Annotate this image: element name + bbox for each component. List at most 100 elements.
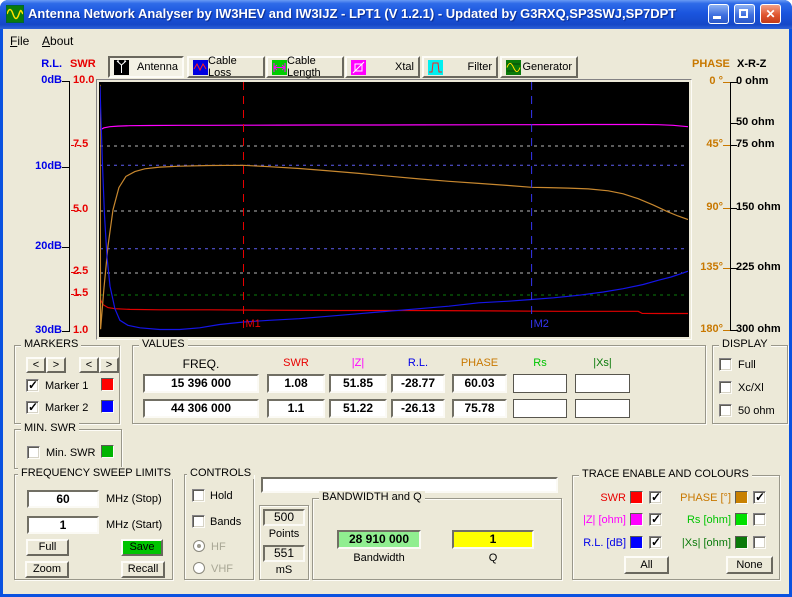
- marker1-phase-value: 60.03: [452, 374, 507, 393]
- trace-z-swatch[interactable]: [630, 513, 643, 526]
- display-group-title: DISPLAY: [719, 338, 771, 350]
- hold-checkbox[interactable]: [192, 489, 205, 502]
- tab-xtal[interactable]: Xtal: [345, 56, 420, 78]
- points-field[interactable]: 500: [263, 509, 305, 526]
- save-button[interactable]: Save: [121, 539, 163, 556]
- phase-axis-title: PHASE: [692, 58, 732, 71]
- marker1-rl-value: -28.77: [391, 374, 445, 393]
- phase-tick-label: 45°: [685, 138, 723, 151]
- full-sweep-button[interactable]: Full: [26, 539, 69, 556]
- marker2-prev-button[interactable]: <: [79, 357, 99, 373]
- axis-tick-dash: [731, 330, 737, 331]
- axis-tick-dash: [723, 145, 730, 146]
- tab-cable-loss[interactable]: Cable Loss: [187, 56, 265, 78]
- menu-item-about[interactable]: About: [40, 33, 75, 49]
- trace-rl-label: R.L. [dB]: [566, 537, 626, 549]
- trace-xs-swatch[interactable]: [735, 536, 748, 549]
- min-swr-checkbox[interactable]: [27, 446, 40, 459]
- recall-button[interactable]: Recall: [121, 561, 165, 578]
- marker1-prev-button[interactable]: <: [26, 357, 46, 373]
- svg-text:M2: M2: [534, 318, 549, 330]
- minimize-button[interactable]: [708, 4, 729, 24]
- marker2-color-swatch[interactable]: [101, 400, 114, 413]
- display-full-checkbox[interactable]: [719, 358, 732, 371]
- trace-xs-label: |Xs| [ohm]: [654, 537, 731, 549]
- tab-cable-length-label: Cable Length: [287, 55, 338, 79]
- swr-tick-label: 1.0: [73, 324, 103, 337]
- hf-label: HF: [211, 541, 226, 553]
- trace-rs-swatch[interactable]: [735, 513, 748, 526]
- tab-antenna[interactable]: Antenna: [108, 56, 184, 78]
- axis-tick-dash: [62, 331, 69, 332]
- marker2-phase-value: 75.78: [452, 399, 507, 418]
- tab-cable-loss-label: Cable Loss: [208, 55, 259, 79]
- xtal-icon: [351, 60, 366, 75]
- window-title: Antenna Network Analyser by IW3HEV and I…: [28, 6, 676, 21]
- trace-rl-swatch[interactable]: [630, 536, 643, 549]
- tab-cable-length[interactable]: Cable Length: [266, 56, 344, 78]
- markers-group-title: MARKERS: [21, 338, 81, 350]
- trace-all-button[interactable]: All: [624, 556, 669, 574]
- trace-rs-checkbox[interactable]: [753, 513, 766, 526]
- marker1-checkbox[interactable]: [26, 379, 39, 392]
- axis-tick-dash: [62, 167, 69, 168]
- marker2-next-button[interactable]: >: [99, 357, 119, 373]
- bandwidth-group-title: BANDWIDTH and Q: [319, 491, 425, 503]
- maximize-button[interactable]: [734, 4, 755, 24]
- marker2-rl-value: -26.13: [391, 399, 445, 418]
- close-button[interactable]: ✕: [760, 4, 781, 24]
- trace-phase-swatch[interactable]: [735, 491, 748, 504]
- sweep-time-field: 551: [263, 545, 305, 562]
- axis-tick-dash: [62, 81, 69, 82]
- trace-phase-label: PHASE [°]: [654, 492, 731, 504]
- phase-tick-label: 135°: [685, 261, 723, 274]
- display-50ohm-checkbox[interactable]: [719, 404, 732, 417]
- trace-xs-checkbox[interactable]: [753, 536, 766, 549]
- stop-frequency-field[interactable]: 60: [27, 490, 99, 508]
- marker1-color-swatch[interactable]: [101, 378, 114, 391]
- trace-swr-swatch[interactable]: [630, 491, 643, 504]
- display-xcxl-checkbox[interactable]: [719, 381, 732, 394]
- axis-tick-dash: [62, 247, 69, 248]
- controls-group-title: CONTROLS: [187, 467, 254, 479]
- axis-tick-dash: [731, 123, 737, 124]
- vhf-label: VHF: [211, 563, 233, 575]
- title-bar[interactable]: Antenna Network Analyser by IW3HEV and I…: [0, 0, 792, 29]
- bands-checkbox[interactable]: [192, 515, 205, 528]
- zoom-button[interactable]: Zoom: [25, 561, 69, 578]
- trace-none-button[interactable]: None: [726, 556, 773, 574]
- tab-filter[interactable]: Filter: [422, 56, 498, 78]
- plot-area[interactable]: M1M2: [99, 82, 689, 337]
- start-frequency-label: MHz (Start): [106, 519, 162, 531]
- rl-tick-label: 30dB: [22, 324, 62, 337]
- q-value[interactable]: 1: [452, 530, 534, 549]
- values-group-title: VALUES: [139, 338, 188, 350]
- maximize-icon: [739, 9, 748, 18]
- stop-frequency-label: MHz (Stop): [106, 493, 162, 505]
- xs-header: |Xs|: [575, 357, 630, 369]
- marker1-swr-value: 1.08: [267, 374, 325, 393]
- ohm-tick-label: 0 ohm: [736, 75, 788, 88]
- start-frequency-field[interactable]: 1: [27, 516, 99, 534]
- tab-generator[interactable]: Generator: [500, 56, 578, 78]
- axis-tick-dash: [71, 145, 80, 146]
- marker1-next-button[interactable]: >: [46, 357, 66, 373]
- left-axis-line: [69, 81, 70, 332]
- axis-tick-dash: [723, 268, 730, 269]
- ohm-tick-label: 300 ohm: [736, 323, 788, 336]
- hf-radio: [193, 540, 205, 552]
- menu-item-file[interactable]: File: [8, 33, 31, 49]
- antenna-icon: [114, 60, 129, 75]
- tab-filter-label: Filter: [468, 61, 492, 73]
- trace-phase-checkbox[interactable]: [753, 491, 766, 504]
- min-swr-label: Min. SWR: [46, 447, 96, 459]
- marker1-label: Marker 1: [45, 380, 88, 392]
- marker2-checkbox[interactable]: [26, 401, 39, 414]
- min-swr-color-swatch[interactable]: [101, 445, 114, 458]
- bandwidth-label: Bandwidth: [337, 552, 421, 564]
- display-50ohm-label: 50 ohm: [738, 405, 775, 417]
- marker2-label: Marker 2: [45, 402, 88, 414]
- rl-axis-title: R.L.: [28, 58, 62, 71]
- display-xcxl-label: Xc/Xl: [738, 382, 764, 394]
- axis-tick-dash: [723, 330, 730, 331]
